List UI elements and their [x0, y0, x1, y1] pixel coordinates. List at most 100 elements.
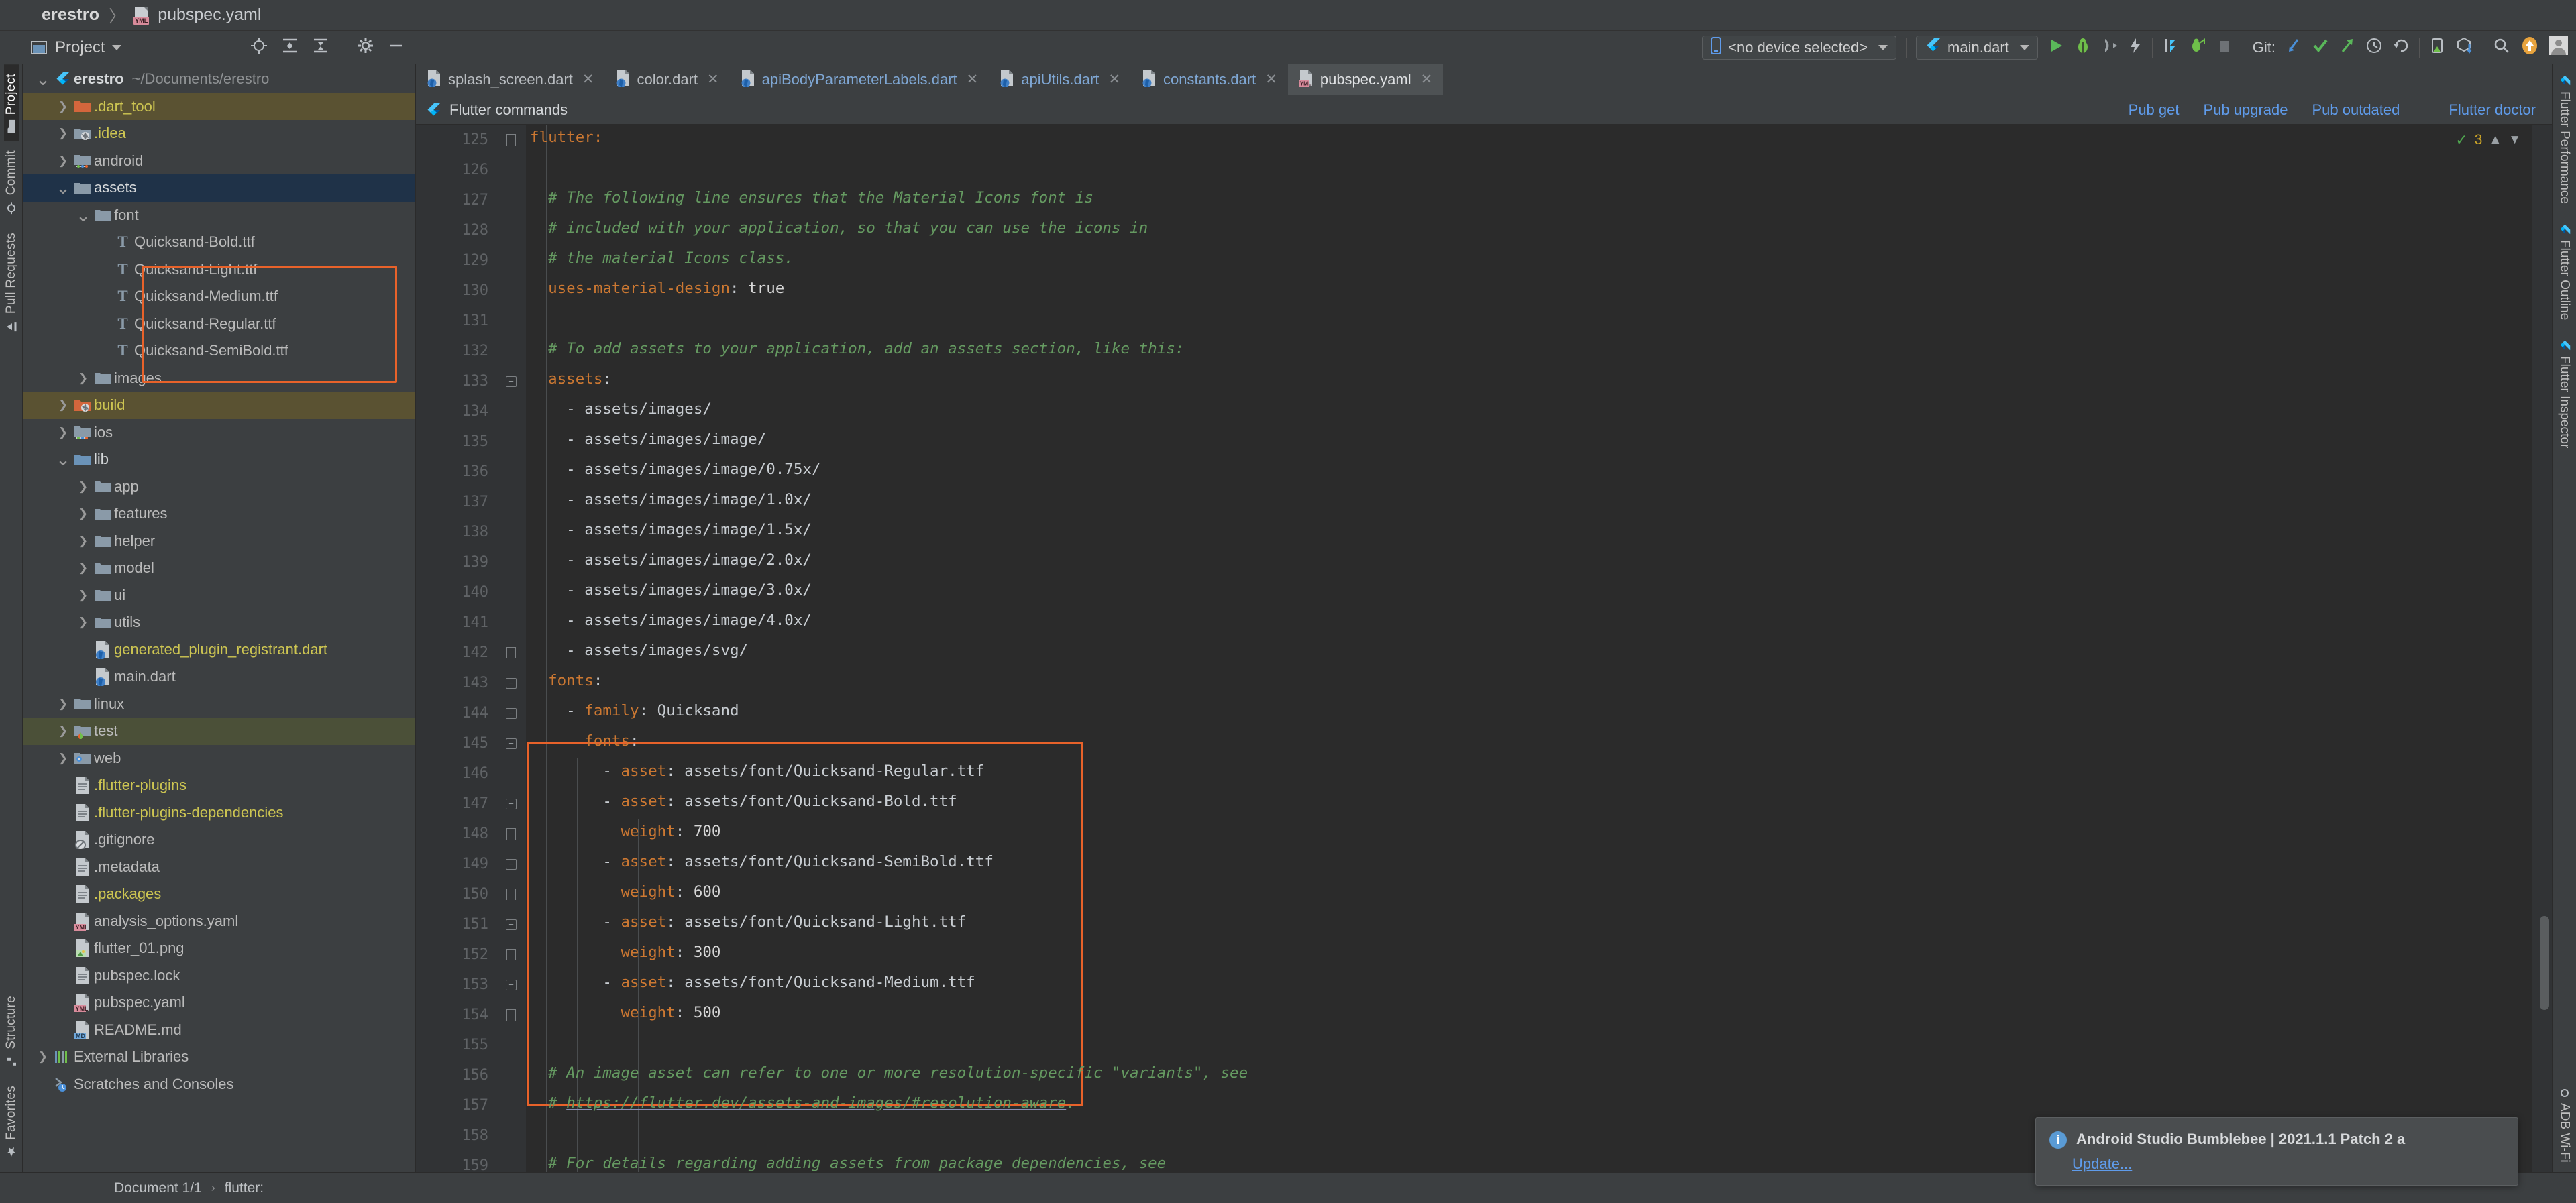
chevron-right-icon[interactable]: ❯ — [55, 426, 71, 439]
fold-start-icon[interactable] — [506, 134, 516, 146]
tree-item-flutter-01-png[interactable]: flutter_01.png — [23, 935, 415, 962]
project-tree[interactable]: ⌄ erestro ~/Documents/erestro ❯ .dart_tool ❯.… — [23, 64, 415, 1098]
collapse-icon[interactable]: − — [506, 677, 517, 689]
error-stripe-marks[interactable] — [2532, 125, 2552, 1172]
editor-tab-apibodyparameterlabels-dart[interactable]: apiBodyParameterLabels.dart ✕ — [730, 64, 989, 95]
close-icon[interactable]: ✕ — [582, 71, 594, 88]
sidebar-tab-structure[interactable]: Structure — [4, 986, 19, 1076]
sidebar-tab-adb-wifi[interactable]: ADB Wi-Fi — [2557, 1079, 2572, 1172]
profile-icon[interactable] — [2101, 37, 2118, 58]
chevron-right-icon[interactable]: ❯ — [75, 371, 91, 385]
tree-item-quicksand-bold-ttf[interactable]: T Quicksand-Bold.ttf — [23, 229, 415, 256]
close-icon[interactable]: ✕ — [967, 71, 979, 88]
chevron-right-icon[interactable]: ❯ — [75, 507, 91, 520]
fold-toggle[interactable]: − — [496, 849, 526, 879]
tree-item--metadata[interactable]: .metadata — [23, 854, 415, 881]
chevron-right-icon[interactable]: ❯ — [55, 724, 71, 738]
chevron-down-icon[interactable]: ⌄ — [55, 451, 71, 468]
run-configuration-selector[interactable]: main.dart — [1916, 35, 2038, 60]
tree-item-images[interactable]: ❯ images — [23, 365, 415, 392]
tree-item--gitignore[interactable]: .gitignore — [23, 826, 415, 854]
chevron-up-icon[interactable]: ▲ — [2489, 133, 2502, 148]
collapse-icon[interactable]: − — [506, 798, 517, 809]
chevron-right-icon[interactable]: ❯ — [75, 616, 91, 629]
tree-item-helper[interactable]: ❯ helper — [23, 528, 415, 555]
device-selector[interactable]: <no device selected> — [1702, 35, 1897, 60]
git-update-icon[interactable] — [2285, 37, 2302, 58]
editor-scrollbar[interactable] — [2540, 916, 2549, 1010]
gear-icon[interactable] — [357, 37, 374, 58]
fold-toggle[interactable] — [496, 819, 526, 849]
update-link[interactable]: Update... — [2072, 1155, 2503, 1173]
collapse-icon[interactable]: − — [506, 707, 517, 719]
notification-icon[interactable] — [2520, 36, 2540, 59]
tree-item-analysis-options-yaml[interactable]: YML analysis_options.yaml — [23, 908, 415, 935]
sidebar-tab-project[interactable]: Project — [3, 64, 19, 141]
chevron-down-icon[interactable]: ⌄ — [35, 70, 51, 88]
tree-item-app[interactable]: ❯ app — [23, 473, 415, 501]
collapse-icon[interactable]: − — [506, 858, 517, 870]
open-devtools-icon[interactable] — [2189, 37, 2206, 58]
debug-icon[interactable] — [2074, 37, 2092, 58]
git-push-icon[interactable] — [2339, 37, 2356, 58]
tree-item-external-libraries[interactable]: ❯ External Libraries — [23, 1043, 415, 1071]
pub-get-link[interactable]: Pub get — [2129, 101, 2180, 119]
tree-item-build[interactable]: ❯ build — [23, 392, 415, 419]
editor-tab-pubspec-yaml[interactable]: YML pubspec.yaml ✕ — [1287, 64, 1444, 95]
stop-icon[interactable] — [2216, 37, 2233, 58]
chevron-right-icon[interactable]: ❯ — [55, 697, 71, 711]
fold-end-icon[interactable] — [506, 828, 516, 840]
chevron-down-icon[interactable]: ▼ — [2508, 133, 2521, 148]
tree-item--packages[interactable]: .packages — [23, 880, 415, 908]
tree-item-quicksand-semibold-ttf[interactable]: T Quicksand-SemiBold.ttf — [23, 337, 415, 365]
editor-tab-bar[interactable]: splash_screen.dart ✕ color.dart ✕ apiBodyPar… — [416, 64, 2552, 95]
hot-restart-icon[interactable] — [2162, 37, 2180, 58]
git-history-icon[interactable] — [2365, 37, 2383, 58]
fold-toggle[interactable]: − — [496, 366, 526, 396]
tree-item-quicksand-medium-ttf[interactable]: T Quicksand-Medium.ttf — [23, 283, 415, 310]
tree-item--dart-tool[interactable]: ❯ .dart_tool — [23, 93, 415, 120]
tree-item-web[interactable]: ❯ web — [23, 745, 415, 772]
tree-item-test[interactable]: ❯ test — [23, 718, 415, 745]
pub-outdated-link[interactable]: Pub outdated — [2312, 101, 2400, 119]
breadcrumb-project[interactable]: erestro — [42, 5, 99, 25]
fold-toggle[interactable] — [496, 1000, 526, 1030]
collapse-icon[interactable]: − — [506, 376, 517, 387]
fold-toggle[interactable]: − — [496, 668, 526, 698]
chevron-right-icon[interactable]: ❯ — [55, 398, 71, 412]
tree-item-pubspec-lock[interactable]: pubspec.lock — [23, 962, 415, 990]
tree-item-lib[interactable]: ⌄ lib — [23, 446, 415, 473]
tree-item-readme-md[interactable]: MD README.md — [23, 1017, 415, 1044]
chevron-right-icon[interactable]: ❯ — [55, 752, 71, 765]
sidebar-tab-flutter-inspector[interactable]: Flutter Inspector — [2557, 329, 2572, 457]
chevron-right-icon[interactable]: ❯ — [55, 100, 71, 113]
close-icon[interactable]: ✕ — [707, 71, 719, 88]
tree-item-linux[interactable]: ❯ linux — [23, 691, 415, 718]
flutter-doctor-link[interactable]: Flutter doctor — [2449, 101, 2536, 119]
tree-item-main-dart[interactable]: main.dart — [23, 663, 415, 691]
tree-item--flutter-plugins[interactable]: .flutter-plugins — [23, 772, 415, 799]
tree-item-assets[interactable]: ⌄ assets — [23, 174, 415, 202]
editor-tab-splash-screen-dart[interactable]: splash_screen.dart ✕ — [416, 64, 605, 95]
collapse-icon[interactable]: − — [506, 738, 517, 749]
sidebar-tab-favorites[interactable]: Favorites — [4, 1076, 19, 1167]
code-content[interactable]: flutter: # The following line ensures th… — [526, 125, 2532, 1172]
sidebar-tab-pull-requests[interactable]: Pull Requests — [4, 223, 19, 342]
sdk-manager-icon[interactable] — [2456, 37, 2473, 58]
sidebar-tab-commit[interactable]: Commit — [4, 141, 19, 223]
chevron-right-icon[interactable]: ❯ — [55, 154, 71, 168]
pub-upgrade-link[interactable]: Pub upgrade — [2203, 101, 2288, 119]
sidebar-tab-flutter-outline[interactable]: Flutter Outline — [2557, 213, 2572, 329]
inspection-status-widget[interactable]: ✓ 3 ▲ ▼ — [2455, 131, 2521, 149]
tree-item-quicksand-light-ttf[interactable]: T Quicksand-Light.ttf — [23, 256, 415, 284]
fold-toggle[interactable] — [496, 879, 526, 909]
tree-item-quicksand-regular-ttf[interactable]: T Quicksand-Regular.ttf — [23, 310, 415, 338]
chevron-right-icon[interactable]: ❯ — [75, 561, 91, 575]
tree-item-font[interactable]: ⌄ font — [23, 202, 415, 229]
fold-end-icon[interactable] — [506, 1009, 516, 1021]
fold-toggle[interactable] — [496, 939, 526, 970]
tree-item-features[interactable]: ❯ features — [23, 500, 415, 528]
document-indicator[interactable]: Document 1/1 — [114, 1180, 202, 1196]
tree-item-model[interactable]: ❯ model — [23, 555, 415, 582]
minimize-icon[interactable] — [388, 37, 405, 58]
